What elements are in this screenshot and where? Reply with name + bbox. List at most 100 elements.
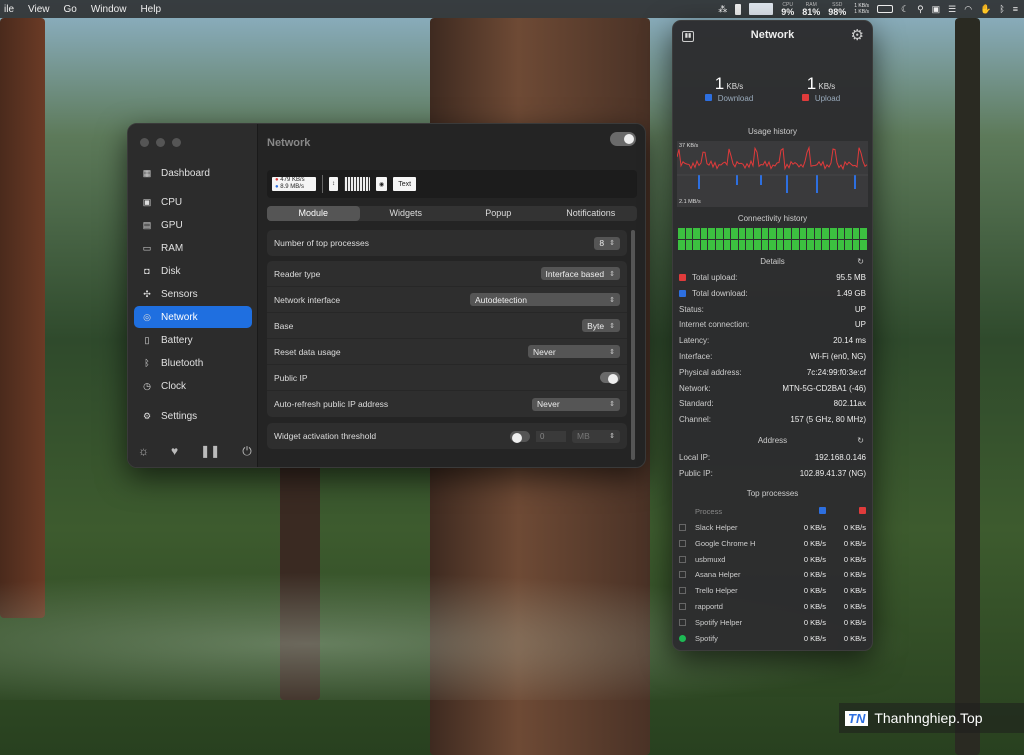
menu-item[interactable]: ile	[4, 4, 14, 15]
wifi-icon[interactable]: ◠	[964, 4, 972, 15]
network-interface-row: Network interface Autodetection	[267, 287, 627, 313]
connectivity-cell	[807, 239, 814, 250]
base-select[interactable]: Byte	[582, 319, 620, 332]
network-interface-select[interactable]: Autodetection	[470, 293, 620, 306]
address-key: Public IP:	[679, 469, 713, 478]
sidebar-item-ram[interactable]: ▭ RAM	[134, 237, 252, 259]
reset-usage-select[interactable]: Never	[528, 345, 620, 358]
detail-row: Internet connection: UP	[679, 320, 866, 329]
bug-icon[interactable]: ☼	[138, 444, 149, 459]
address-refresh-icon[interactable]: ↻	[857, 436, 864, 445]
preview-speed-widget[interactable]: ● 479 KB/s ● 8.9 MB/s	[272, 177, 316, 191]
sidebar-item-settings[interactable]: ⚙ Settings	[134, 405, 252, 427]
preview-state-widget[interactable]: ◉	[376, 177, 388, 191]
battery-icon[interactable]	[876, 5, 893, 13]
zoom-button[interactable]	[172, 138, 181, 147]
process-icon	[679, 571, 686, 579]
menu-item[interactable]: View	[28, 4, 50, 15]
process-download: 0 KB/s	[803, 633, 826, 643]
ssd-stat[interactable]: SSD 98%	[828, 2, 846, 17]
bluetooth-icon[interactable]: ᛒ	[999, 4, 1004, 14]
cpu-stat[interactable]: CPU 9%	[781, 2, 794, 17]
control-center-icon[interactable]: ☰	[948, 4, 956, 15]
connectivity-cell	[799, 239, 807, 250]
preview-arrows-widget[interactable]: ↕	[329, 177, 338, 191]
sidebar-item-clock[interactable]: ◷ Clock	[134, 375, 252, 397]
tab-popup[interactable]: Popup	[452, 206, 545, 221]
heart-icon[interactable]: ♥	[171, 444, 178, 459]
sidebar-item-label: Disk	[161, 265, 181, 277]
window-icon[interactable]: ▣	[932, 4, 941, 15]
process-row[interactable]: Spotify 0 KB/s 0 KB/s	[679, 634, 866, 643]
process-row[interactable]: Google Chrome H 0 KB/s 0 KB/s	[679, 539, 866, 548]
close-button[interactable]	[140, 138, 149, 147]
connectivity-cell	[731, 228, 738, 239]
process-row[interactable]: Spotify Helper 0 KB/s 0 KB/s	[679, 618, 866, 627]
sidebar-item-gpu[interactable]: ▤ GPU	[134, 214, 252, 236]
settings-group-threshold: Widget activation threshold 0 MB	[267, 423, 627, 449]
sidebar-item-network[interactable]: ◎ Network	[134, 306, 252, 328]
sidebar-item-disk[interactable]: ◘ Disk	[134, 260, 252, 282]
detail-value: 7c:24:99:f0:3e:cf	[806, 367, 866, 377]
minimize-button[interactable]	[156, 138, 165, 147]
pause-icon[interactable]: ❚❚	[200, 444, 220, 459]
preview-chart-widget[interactable]	[344, 177, 370, 191]
status-area: ⁂ CPU 9% RAM 81% SSD 98% 1 KB/s 1 KB/s ☾ ⚲ ▣…	[718, 0, 1018, 18]
hand-icon[interactable]: ✋	[980, 4, 991, 15]
sidebar-item-dashboard[interactable]: ▦ Dashboard	[134, 162, 252, 184]
connectivity-cell	[678, 239, 685, 250]
background-tree-left	[0, 18, 45, 618]
sidebar-item-label: Bluetooth	[161, 357, 204, 369]
preview-text-widget[interactable]: Text	[393, 177, 417, 191]
sidebar-footer: ☼ ♥ ❚❚ ⏻	[138, 444, 252, 459]
menu-item[interactable]: Go	[64, 4, 77, 15]
tab-widgets[interactable]: Widgets	[360, 206, 453, 221]
tab-notifications[interactable]: Notifications	[545, 206, 638, 221]
connectivity-cell	[807, 228, 814, 239]
connectivity-cell	[769, 228, 776, 239]
gear-icon[interactable]: ⚙	[851, 26, 864, 44]
connectivity-cell	[829, 239, 837, 250]
usage-history-svg	[676, 145, 868, 193]
threshold-unit-select[interactable]: MB	[572, 429, 620, 443]
address-value[interactable]: 102.89.41.37 (NG)	[800, 469, 866, 478]
graph-widget[interactable]	[749, 3, 774, 15]
top-processes-select[interactable]: 8	[594, 236, 620, 250]
power-icon[interactable]: ⏻	[242, 444, 252, 459]
reader-type-select[interactable]: Interface based	[540, 267, 620, 280]
detail-row: Physical address: 7c:24:99:f0:3e:cf	[679, 368, 866, 377]
menu-item[interactable]: Window	[91, 4, 127, 15]
sidebar-item-sensors[interactable]: ✣ Sensors	[134, 283, 252, 305]
battery-widget-icon[interactable]	[735, 3, 742, 15]
connectivity-cell	[715, 239, 723, 250]
activity-icon[interactable]: ⁂	[718, 4, 727, 15]
tab-module[interactable]: Module	[267, 206, 360, 221]
process-row[interactable]: Asana Helper 0 KB/s 0 KB/s	[679, 570, 866, 579]
scrollbar[interactable]	[631, 230, 635, 460]
details-refresh-icon[interactable]: ↻	[857, 257, 864, 266]
top-processes-label: Number of top processes	[274, 238, 369, 248]
connectivity-cell	[845, 228, 852, 239]
public-ip-toggle[interactable]	[600, 372, 620, 384]
moon-icon[interactable]: ☾	[901, 4, 909, 15]
module-enable-toggle[interactable]	[610, 132, 636, 146]
sidebar-item-battery[interactable]: ▯ Battery	[134, 329, 252, 351]
menu-icon[interactable]: ≡	[1013, 4, 1018, 14]
menu-item[interactable]: Help	[140, 4, 161, 15]
process-row[interactable]: rapportd 0 KB/s 0 KB/s	[679, 602, 866, 611]
threshold-toggle[interactable]	[510, 430, 530, 443]
search-icon[interactable]: ⚲	[917, 4, 924, 15]
network-stat[interactable]: 1 KB/s 1 KB/s	[854, 3, 869, 15]
auto-refresh-select[interactable]: Never	[532, 397, 620, 411]
connectivity-cell	[700, 239, 708, 250]
ram-stat[interactable]: RAM 81%	[802, 2, 820, 17]
threshold-input[interactable]: 0	[536, 430, 566, 442]
address-value[interactable]: 192.168.0.146	[815, 453, 866, 462]
sidebar-item-cpu[interactable]: ▣ CPU	[134, 191, 252, 213]
process-row[interactable]: Slack Helper 0 KB/s 0 KB/s	[679, 523, 866, 532]
process-row[interactable]: usbmuxd 0 KB/s 0 KB/s	[679, 555, 866, 564]
sidebar-item-bluetooth[interactable]: ᛒ Bluetooth	[134, 352, 252, 374]
process-row[interactable]: Trello Helper 0 KB/s 0 KB/s	[679, 586, 866, 595]
upload-history-line	[676, 145, 868, 171]
gpu-icon: ▤	[142, 219, 152, 230]
